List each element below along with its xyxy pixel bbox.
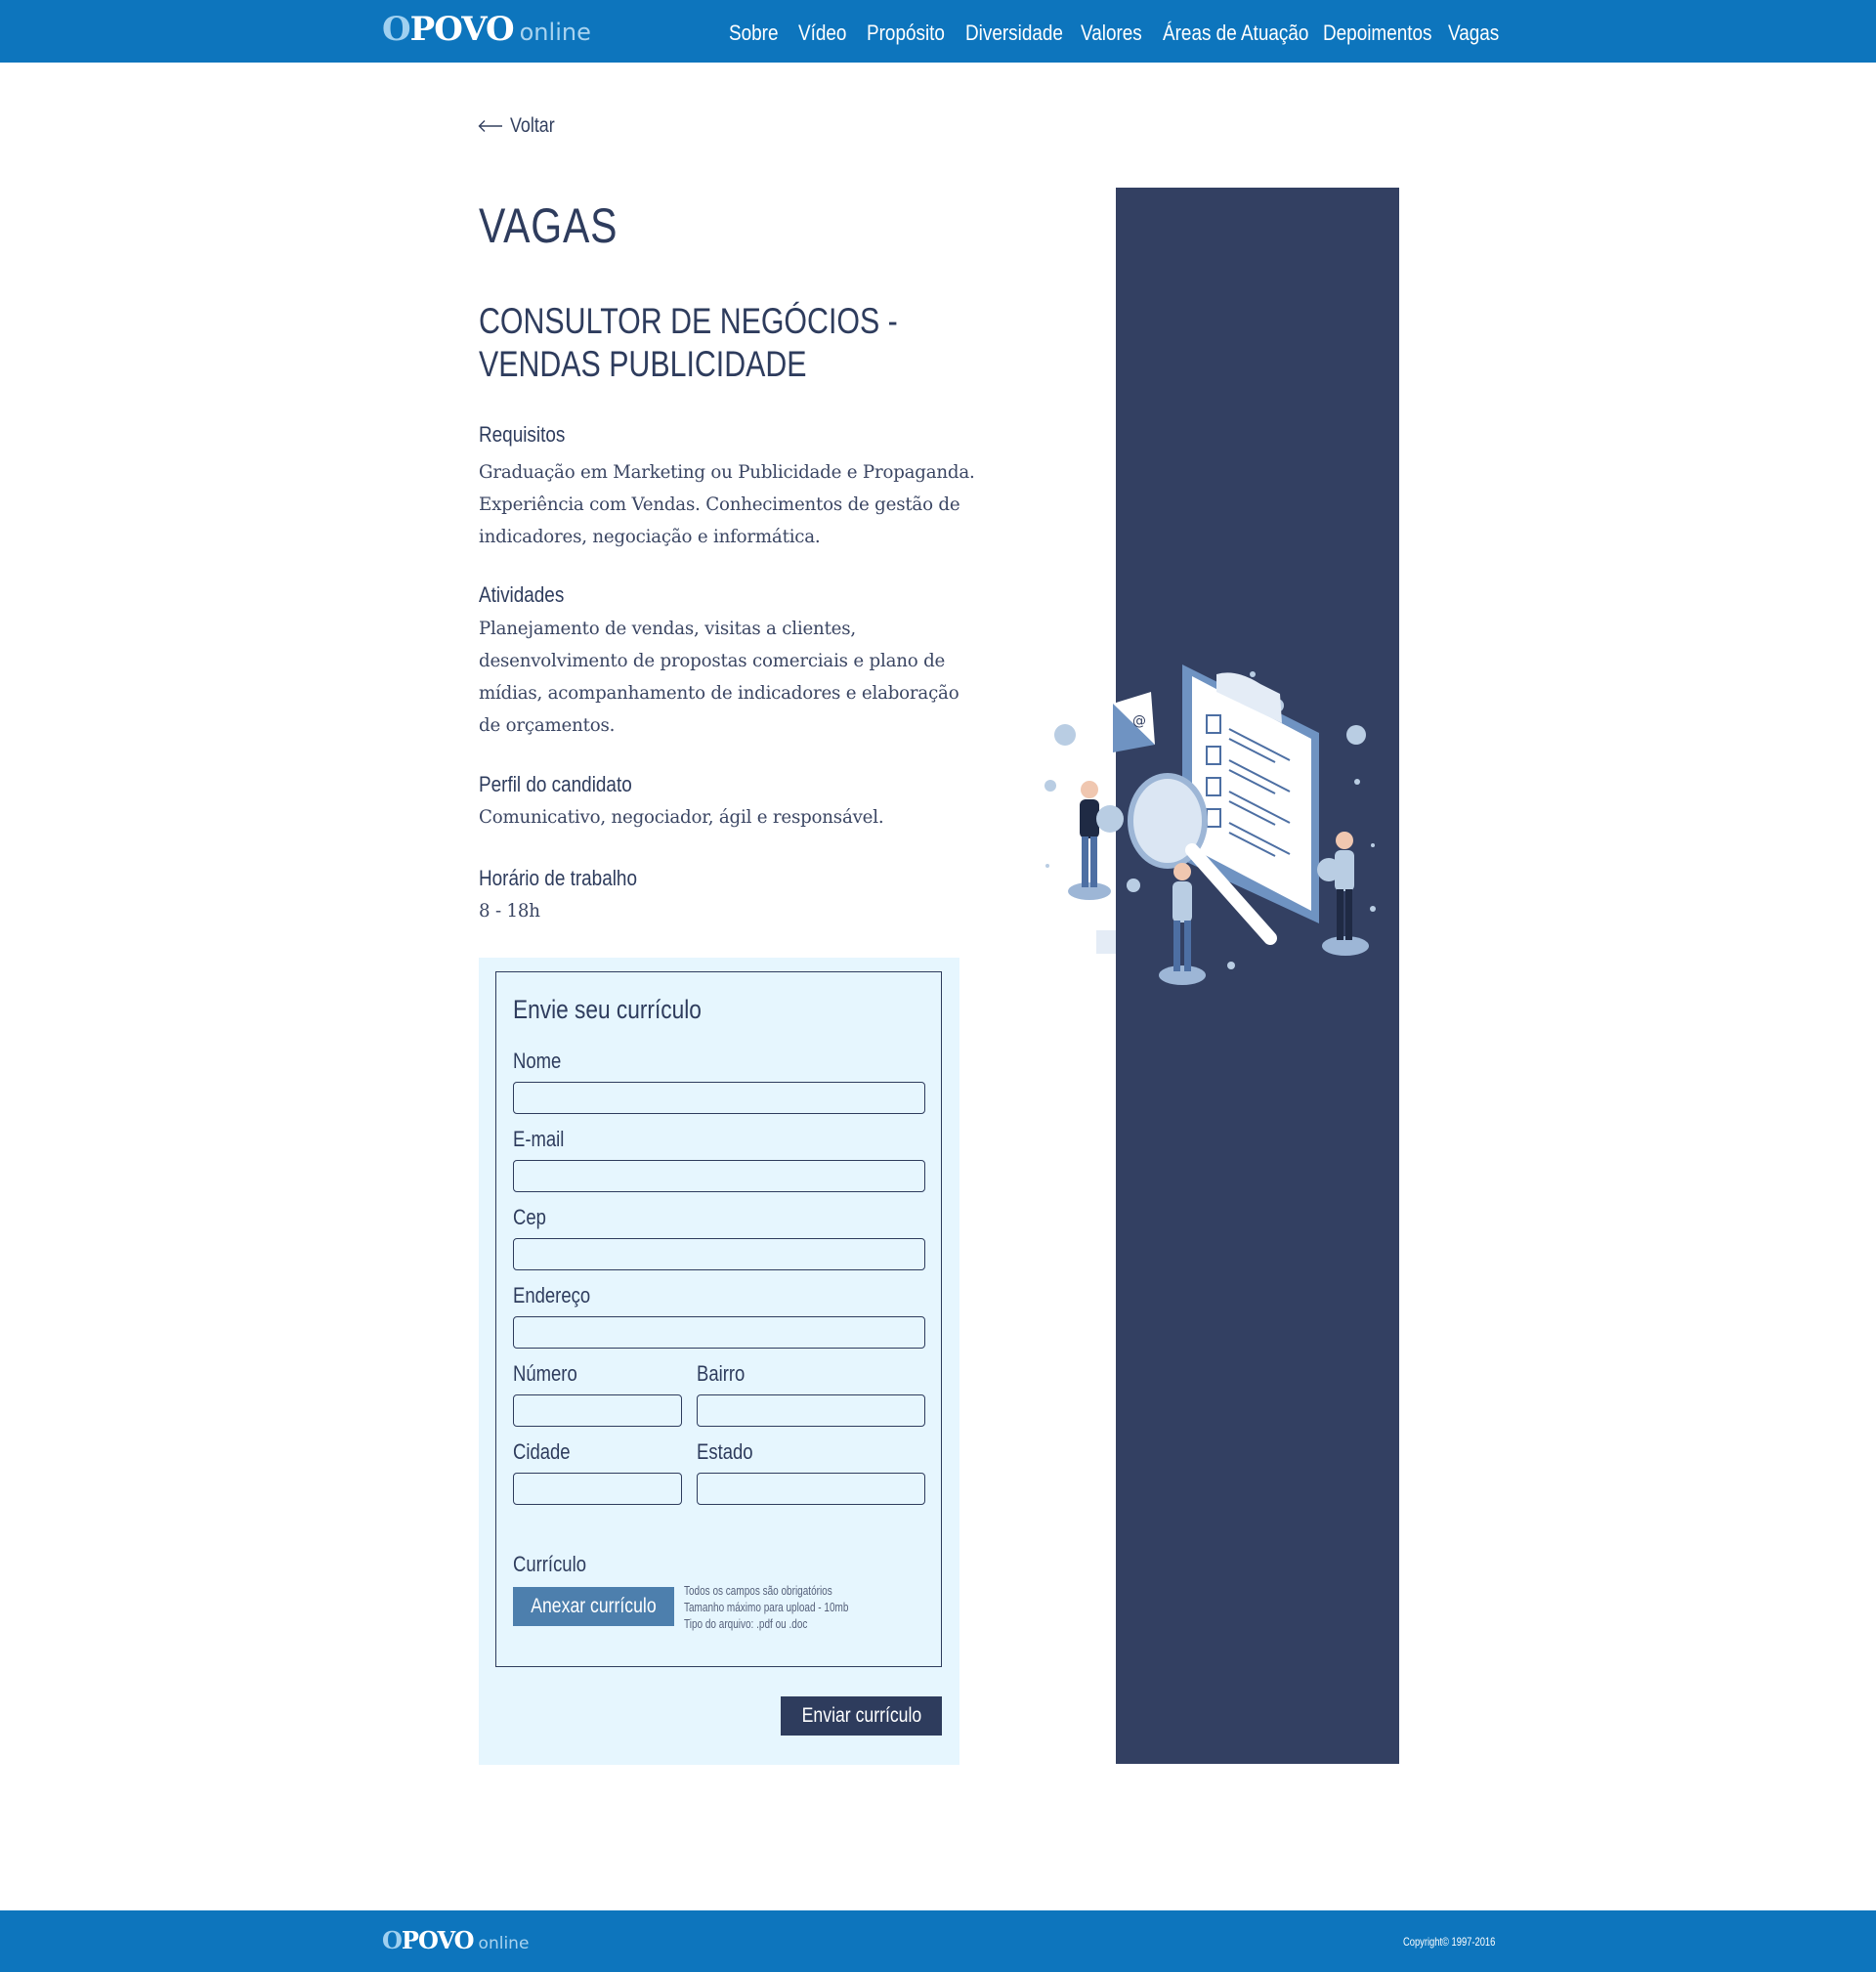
nav-item-areas-de-atuacao[interactable]: Áreas de Atuação	[1163, 21, 1308, 46]
estado-label: Estado	[697, 1439, 753, 1464]
nav-item-sobre[interactable]: Sobre	[729, 21, 778, 46]
page-title: VAGAS	[479, 198, 618, 253]
send-resume-button[interactable]: Enviar currículo	[781, 1696, 942, 1736]
footer-logo-first-letter: O	[382, 1926, 403, 1954]
footer: OPOVO online Copyright© 1997-2016	[0, 1910, 1876, 1972]
endereco-label: Endereço	[513, 1283, 591, 1308]
requisitos-text: Graduação em Marketing ou Publicidade e …	[479, 462, 975, 547]
top-navigation-bar: OPOVO online Sobre Vídeo Propósito Diver…	[0, 0, 1876, 63]
requisitos-heading: Requisitos	[479, 422, 566, 447]
nav-item-video[interactable]: Vídeo	[798, 21, 846, 46]
nome-label: Nome	[513, 1049, 562, 1073]
note-required-fields: Todos os campos são obrigatórios	[684, 1584, 832, 1598]
atividades-text: Planejamento de vendas, visitas a client…	[479, 619, 959, 736]
note-max-size: Tamanho máximo para upload - 10mb	[684, 1601, 849, 1614]
nav-item-vagas[interactable]: Vagas	[1448, 21, 1499, 46]
bairro-label: Bairro	[697, 1361, 746, 1386]
bairro-input[interactable]	[697, 1394, 925, 1427]
nav-item-proposito[interactable]: Propósito	[867, 21, 945, 46]
nome-input[interactable]	[513, 1082, 925, 1114]
copyright-text: Copyright© 1997-2016	[1403, 1935, 1496, 1949]
send-resume-label: Enviar currículo	[801, 1704, 921, 1727]
perfil-heading: Perfil do candidato	[479, 772, 632, 796]
footer-logo-rest: POVO	[401, 1926, 475, 1954]
job-title: CONSULTOR DE NEGÓCIOS - VENDAS PUBLICIDA…	[479, 301, 898, 384]
nav-item-depoimentos[interactable]: Depoimentos	[1323, 21, 1431, 46]
horario-heading: Horário de trabalho	[479, 866, 637, 890]
atividades-heading: Atividades	[479, 582, 565, 607]
svg-text:@: @	[1132, 713, 1146, 729]
attach-resume-button[interactable]: Anexar currículo	[513, 1587, 674, 1626]
endereco-input[interactable]	[513, 1316, 925, 1349]
email-input[interactable]	[513, 1160, 925, 1192]
back-label: Voltar	[510, 114, 555, 137]
upload-notes: Todos os campos são obrigatórios Tamanho…	[684, 1583, 848, 1633]
email-label: E-mail	[513, 1127, 565, 1151]
perfil-text: Comunicativo, negociador, ágil e respons…	[479, 807, 884, 828]
back-link[interactable]: Voltar	[478, 114, 563, 138]
horario-text: 8 - 18h	[479, 901, 540, 922]
form-title: Envie seu currículo	[513, 995, 702, 1024]
cep-label: Cep	[513, 1205, 546, 1229]
nav-item-valores[interactable]: Valores	[1081, 21, 1142, 46]
cep-input[interactable]	[513, 1238, 925, 1270]
attach-resume-label: Anexar currículo	[531, 1595, 657, 1617]
recruitment-illustration: @	[1045, 664, 1376, 985]
footer-logo[interactable]: OPOVO online	[382, 1926, 529, 1954]
numero-label: Número	[513, 1361, 577, 1386]
cidade-label: Cidade	[513, 1439, 571, 1464]
cidade-input[interactable]	[513, 1473, 682, 1505]
arrow-left-icon	[478, 120, 502, 132]
footer-logo-wordmark: OPOVO	[382, 1926, 475, 1954]
numero-input[interactable]	[513, 1394, 682, 1427]
estado-input[interactable]	[697, 1473, 925, 1505]
main-nav: Sobre Vídeo Propósito Diversidade Valore…	[0, 21, 1876, 50]
curriculo-label: Currículo	[513, 1552, 586, 1576]
nav-item-diversidade[interactable]: Diversidade	[965, 21, 1063, 46]
footer-logo-subtitle: online	[478, 1934, 530, 1953]
note-file-type: Tipo do arquivo: .pdf ou .doc	[684, 1617, 808, 1631]
